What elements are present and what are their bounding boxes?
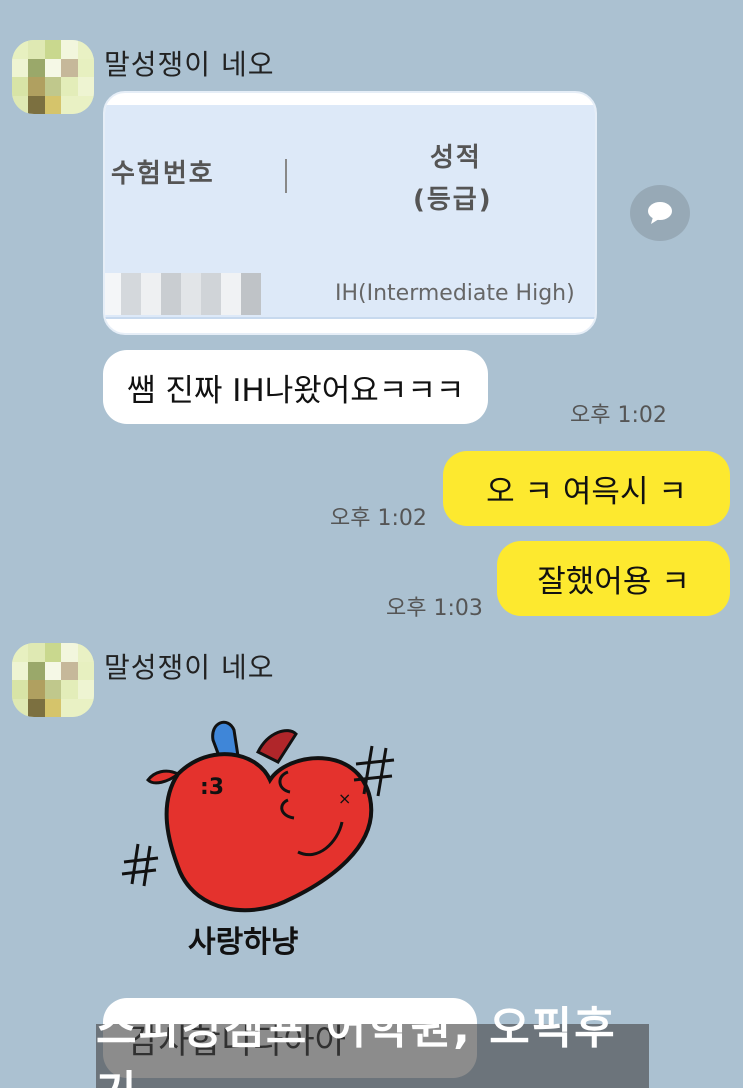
exam-number-header: 수험번호 bbox=[111, 159, 215, 189]
message-time: 오후 1:03 bbox=[386, 596, 483, 621]
header-divider bbox=[285, 159, 287, 193]
heart-sticker-icon: :3 × 사랑하냥 bbox=[121, 720, 395, 960]
sender-avatar[interactable] bbox=[12, 643, 94, 717]
score-table-header: 수험번호 성적 (등급) IH(Intermediate High) bbox=[105, 105, 595, 319]
message-bubble[interactable]: 쌤 진짜 IH나왔어요ㅋㅋㅋ bbox=[103, 350, 489, 424]
my-message-bubble[interactable]: 잘했어용 ㅋ bbox=[497, 541, 730, 616]
svg-text:×: × bbox=[338, 789, 351, 808]
my-message-bubble[interactable]: 오 ㅋ 여윽시 ㅋ bbox=[443, 451, 730, 526]
message-time: 오후 1:02 bbox=[330, 506, 427, 531]
grade-value: IH(Intermediate High) bbox=[335, 281, 575, 306]
redacted-exam-number bbox=[105, 273, 261, 315]
banner-text: 스피킹캠프 어학원, 오픽후기 bbox=[96, 1003, 617, 1088]
message-text: 잘했어용 ㅋ bbox=[537, 564, 690, 600]
speech-bubble-icon bbox=[648, 202, 672, 224]
score-card-image[interactable]: 수험번호 성적 (등급) IH(Intermediate High) bbox=[103, 91, 597, 335]
sticker-caption: 사랑하냥 bbox=[188, 925, 299, 960]
sender-name: 말성쟁이 네오 bbox=[104, 651, 275, 684]
grade-header: (등급) bbox=[413, 185, 493, 215]
message-text: 쌤 진짜 IH나왔어요ㅋㅋㅋ bbox=[127, 372, 465, 409]
score-header: 성적 bbox=[430, 143, 482, 173]
message-time: 오후 1:02 bbox=[570, 403, 667, 428]
svg-text::3: :3 bbox=[200, 775, 224, 800]
share-button[interactable] bbox=[630, 185, 690, 241]
heart-sticker[interactable]: :3 × 사랑하냥 bbox=[118, 712, 408, 982]
message-text: 오 ㅋ 여윽시 ㅋ bbox=[486, 474, 687, 510]
sender-name: 말성쟁이 네오 bbox=[104, 48, 275, 81]
sender-avatar[interactable] bbox=[12, 40, 94, 114]
caption-banner: 스피킹캠프 어학원, 오픽후기 bbox=[96, 1003, 649, 1088]
